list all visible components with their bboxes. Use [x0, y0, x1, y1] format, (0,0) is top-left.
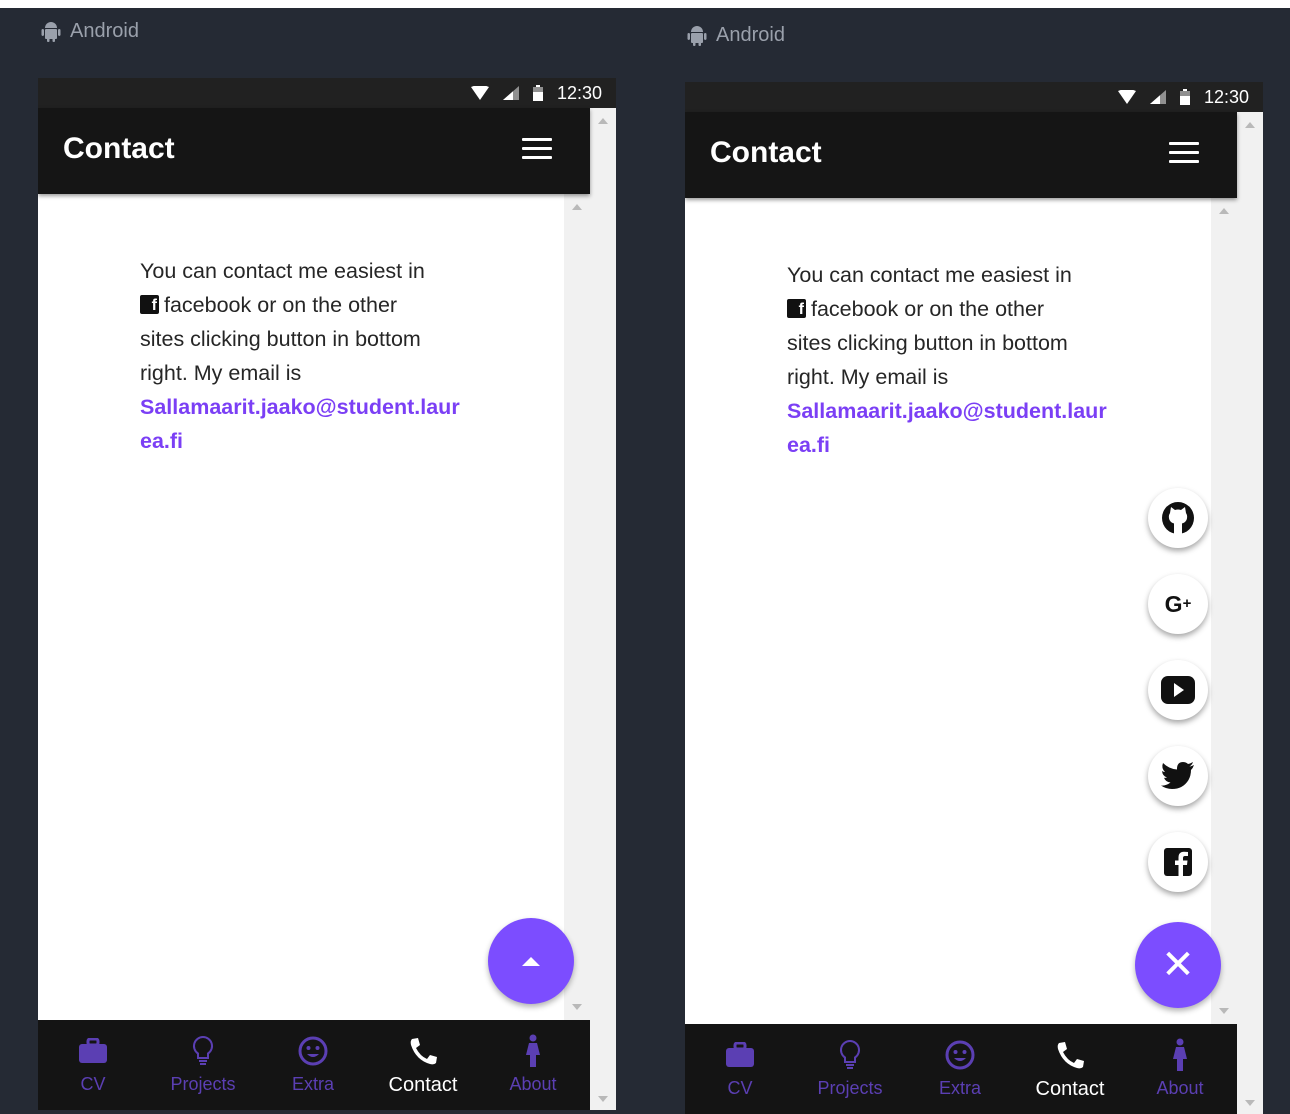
battery-icon [532, 85, 543, 101]
facebook-icon [1164, 848, 1192, 876]
google-plus-button[interactable]: G+ [1148, 574, 1208, 634]
briefcase-icon [720, 1040, 760, 1070]
status-time: 12:30 [1203, 86, 1249, 107]
nav-label-about: About [509, 1074, 557, 1094]
content-area: You can contact me easiest in f facebook … [38, 194, 564, 1020]
nav-label-extra: Extra [291, 1074, 334, 1094]
contact-line-4: right. My email is [140, 361, 302, 385]
nav-label-cv: CV [727, 1078, 753, 1098]
phone-screen-left: 12:30 Contact You can contact me easiest… [38, 78, 616, 1110]
facebook-button[interactable] [1148, 832, 1208, 892]
nav-item-contact[interactable]: Contact [368, 1020, 478, 1110]
person-icon [513, 1034, 553, 1067]
content-area: You can contact me easiest in f facebook … [685, 198, 1211, 1024]
twitter-button[interactable] [1148, 746, 1208, 806]
android-icon [687, 25, 707, 46]
twitter-icon [1161, 762, 1194, 789]
status-time: 12:30 [556, 82, 602, 103]
nav-label-contact: Contact [388, 1074, 458, 1096]
status-bar: 12:30 [685, 82, 1263, 112]
nav-item-extra[interactable]: Extra [258, 1020, 368, 1110]
contact-line-2: facebook or on the other [811, 297, 1045, 321]
smiley-icon [940, 1040, 980, 1070]
nav-item-cv[interactable]: CV [685, 1024, 795, 1114]
facebook-icon: f [140, 295, 159, 314]
contact-line-4: right. My email is [787, 365, 949, 389]
window-top-strip [0, 0, 1290, 8]
page-title: Contact [63, 132, 175, 165]
platform-label: Android [40, 20, 139, 43]
app-bar: Contact [38, 108, 590, 194]
google-plus-icon: G+ [1164, 590, 1192, 617]
nav-label-about: About [1156, 1078, 1204, 1098]
platform-label-text: Android [70, 20, 139, 42]
email-link[interactable]: Sallamaarit.jaako@student.laurea.fi [787, 399, 1107, 457]
bottom-navigation: CV Projects Extra Contact About [38, 1020, 590, 1110]
nav-label-cv: CV [80, 1074, 106, 1094]
app-bar: Contact [685, 112, 1237, 198]
facebook-icon: f [787, 299, 806, 318]
battery-icon [1179, 89, 1190, 105]
nav-label-projects: Projects [817, 1078, 883, 1098]
contact-text: You can contact me easiest in f facebook … [787, 258, 1117, 462]
contact-line-2: facebook or on the other [164, 293, 398, 317]
contact-line-3: sites clicking button in bottom [140, 327, 421, 351]
nav-label-extra: Extra [938, 1078, 981, 1098]
contact-line-1: You can contact me easiest in [787, 263, 1072, 287]
contact-line-3: sites clicking button in bottom [787, 331, 1068, 355]
github-icon [1162, 502, 1194, 535]
phone-screen-right: 12:30 Contact You can contact me easiest… [685, 82, 1263, 1114]
signal-icon [1149, 90, 1166, 104]
android-icon [41, 21, 61, 42]
person-icon [1160, 1038, 1200, 1071]
close-icon: ✕ [1161, 942, 1195, 988]
nav-item-cv[interactable]: CV [38, 1020, 148, 1110]
youtube-icon [1161, 676, 1195, 704]
nav-item-projects[interactable]: Projects [148, 1020, 258, 1110]
lightbulb-icon [830, 1039, 870, 1070]
page-title: Contact [710, 136, 822, 169]
lightbulb-icon [183, 1035, 223, 1066]
nav-label-contact: Contact [1035, 1078, 1105, 1100]
youtube-button[interactable] [1148, 660, 1208, 720]
wifi-icon [470, 86, 489, 100]
outer-scrollbar[interactable] [590, 108, 616, 1110]
briefcase-icon [73, 1036, 113, 1066]
nav-item-about[interactable]: About [1125, 1024, 1235, 1114]
platform-label-text: Android [716, 24, 785, 46]
contact-text: You can contact me easiest in f facebook … [140, 254, 470, 458]
content-scrollbar[interactable] [564, 194, 590, 1020]
platform-label: Android [686, 24, 785, 47]
nav-item-about[interactable]: About [478, 1020, 588, 1110]
hamburger-menu-icon[interactable] [522, 138, 552, 162]
email-link[interactable]: Sallamaarit.jaako@student.laurea.fi [140, 395, 460, 453]
hamburger-menu-icon[interactable] [1169, 142, 1199, 166]
phone-icon [403, 1036, 443, 1066]
nav-label-projects: Projects [170, 1074, 236, 1094]
close-speed-dial-button[interactable]: ✕ [1135, 922, 1221, 1008]
smiley-icon [293, 1036, 333, 1066]
arrow-up-icon [522, 956, 540, 966]
nav-item-extra[interactable]: Extra [905, 1024, 1015, 1114]
contact-line-1: You can contact me easiest in [140, 259, 425, 283]
nav-item-projects[interactable]: Projects [795, 1024, 905, 1114]
github-button[interactable] [1148, 488, 1208, 548]
content-scrollbar[interactable] [1211, 198, 1237, 1024]
bottom-navigation: CV Projects Extra Contact About [685, 1024, 1237, 1114]
scroll-top-fab-button[interactable] [488, 918, 574, 1004]
outer-scrollbar[interactable] [1237, 112, 1263, 1114]
phone-icon [1050, 1040, 1090, 1070]
wifi-icon [1117, 90, 1136, 104]
nav-item-contact[interactable]: Contact [1015, 1024, 1125, 1114]
signal-icon [502, 86, 519, 100]
status-bar: 12:30 [38, 78, 616, 108]
